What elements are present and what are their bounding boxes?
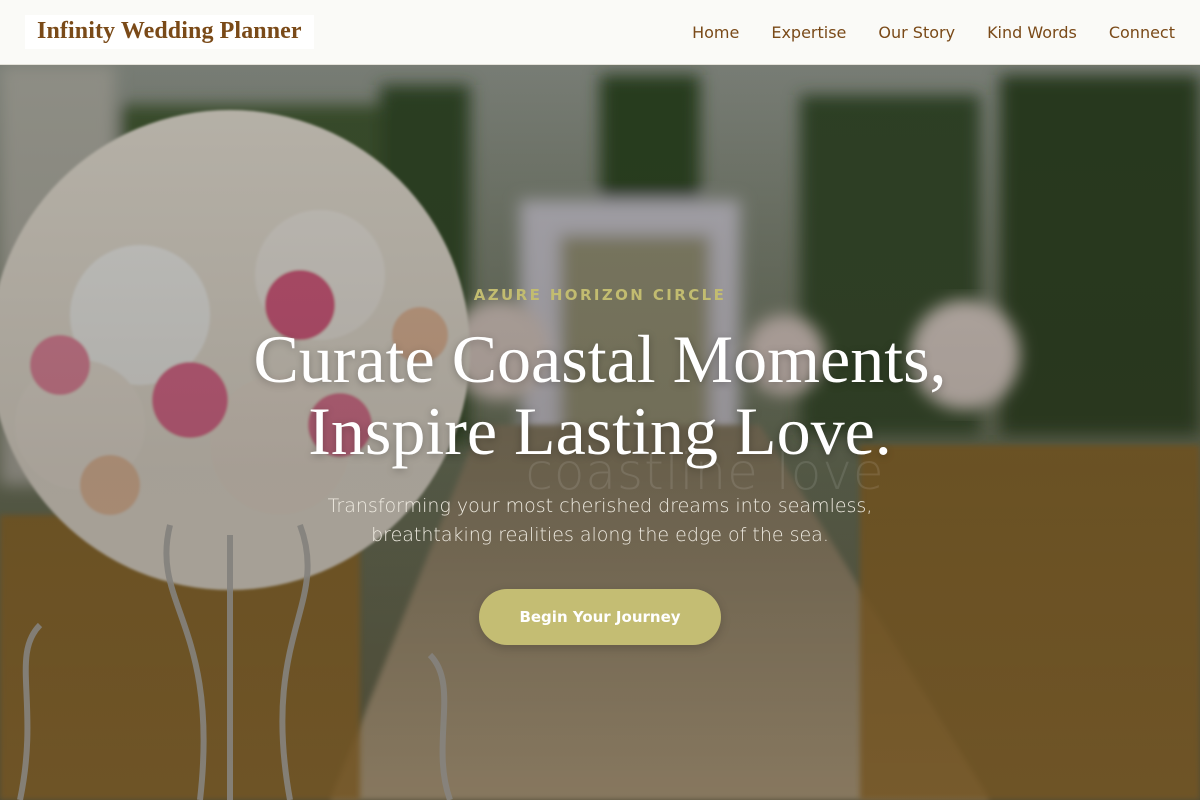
brand-logo[interactable]: Infinity Wedding Planner [25, 15, 314, 49]
nav-link-connect[interactable]: Connect [1109, 23, 1175, 42]
main-nav: Home Expertise Our Story Kind Words Conn… [692, 0, 1175, 64]
hero-content: AZURE HORIZON CIRCLE coastline love Cura… [0, 65, 1200, 800]
hero-section: AZURE HORIZON CIRCLE coastline love Cura… [0, 65, 1200, 800]
hero-headline: Curate Coastal Moments, Inspire Lasting … [0, 323, 1200, 467]
nav-link-our-story[interactable]: Our Story [878, 23, 955, 42]
hero-subtitle-line-1: Transforming your most cherished dreams … [327, 495, 873, 517]
nav-link-kind-words[interactable]: Kind Words [987, 23, 1077, 42]
site-header: Infinity Wedding Planner Home Expertise … [0, 0, 1200, 65]
hero-headline-line-1: Curate Coastal Moments, [253, 321, 947, 397]
begin-journey-button[interactable]: Begin Your Journey [479, 589, 721, 645]
hero-eyebrow: AZURE HORIZON CIRCLE [473, 286, 727, 304]
hero-headline-line-2: Inspire Lasting Love. [308, 393, 892, 469]
nav-link-expertise[interactable]: Expertise [771, 23, 846, 42]
nav-link-home[interactable]: Home [692, 23, 739, 42]
hero-subtitle-line-2: breathtaking realities along the edge of… [371, 524, 829, 546]
hero-subtitle: Transforming your most cherished dreams … [0, 492, 1200, 550]
